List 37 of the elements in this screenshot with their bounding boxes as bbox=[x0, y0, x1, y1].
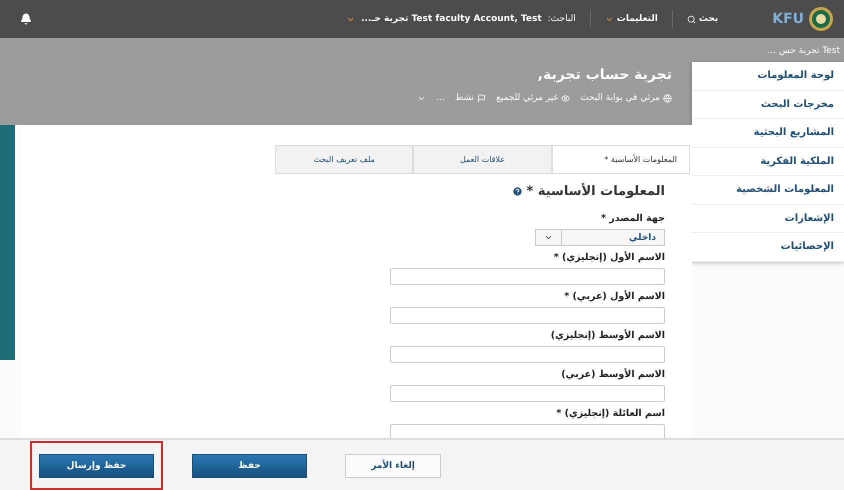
bell-icon[interactable] bbox=[20, 13, 32, 25]
save-button[interactable]: حفظ bbox=[192, 454, 307, 478]
field-label: الاسم الأوسط (إنجليزي) bbox=[550, 330, 665, 341]
emblem-icon bbox=[808, 6, 834, 32]
source-select[interactable]: داخلي bbox=[535, 229, 665, 246]
field-label: اسم العائلة (إنجليزي) * bbox=[555, 408, 665, 419]
help-icon[interactable] bbox=[512, 186, 523, 197]
field-label: الاسم الأول (إنجليزي) * bbox=[552, 252, 665, 263]
status-text: غير مرئي للجميع bbox=[496, 93, 558, 103]
logo-text: KFU bbox=[772, 11, 804, 27]
tab[interactable]: علاقات العمل bbox=[413, 145, 552, 173]
field-label: الاسم الأوسط (عربي) bbox=[560, 369, 665, 380]
input-field[interactable] bbox=[390, 424, 665, 438]
input-field[interactable] bbox=[390, 307, 665, 324]
tab[interactable]: ملف تعريف البحث bbox=[275, 145, 414, 173]
search-link[interactable]: بحث bbox=[686, 14, 718, 24]
caret-icon bbox=[544, 233, 553, 242]
field-label: الاسم الأول (عربي) * bbox=[563, 291, 665, 302]
researcher-menu[interactable]: الباحث: Test faculty Account, Test تجربة حـ... bbox=[346, 14, 576, 24]
search-icon bbox=[686, 14, 696, 24]
section-heading: المعلومات الأساسية * bbox=[526, 184, 665, 199]
help-menu[interactable]: التعليمات bbox=[604, 14, 658, 24]
globe-icon bbox=[663, 94, 672, 102]
flag-icon bbox=[477, 94, 486, 102]
field-label: جهة المصدر * bbox=[600, 213, 665, 224]
save-button[interactable]: حفظ وإرسال bbox=[39, 454, 154, 478]
eye-icon bbox=[561, 94, 570, 102]
input-field[interactable] bbox=[390, 268, 665, 285]
status-text: نشط bbox=[454, 93, 474, 103]
input-field[interactable] bbox=[390, 385, 665, 402]
profile-title: تجربة حساب تجربة, bbox=[536, 67, 672, 83]
tab[interactable]: المعلومات الأساسية * bbox=[552, 145, 690, 173]
sidebar-item[interactable]: مخرجات البحث bbox=[692, 90, 844, 119]
cancel-button[interactable]: إلغاء الأمر bbox=[345, 454, 441, 478]
input-field[interactable] bbox=[390, 346, 665, 363]
sidebar-item[interactable]: لوحة المعلومات bbox=[692, 62, 844, 90]
status-text: مرئي في بوابة البحث bbox=[580, 93, 660, 103]
